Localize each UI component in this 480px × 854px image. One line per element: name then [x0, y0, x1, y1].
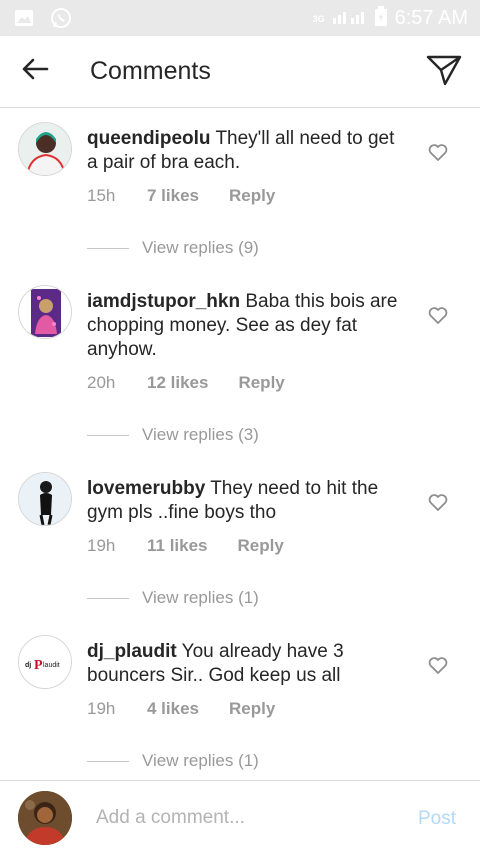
replies-divider [87, 597, 129, 599]
comment-text-block: lovemerubby They need to hit the gym pls… [87, 477, 407, 525]
share-button[interactable] [424, 54, 464, 90]
page-title: Comments [90, 57, 211, 85]
comment-username[interactable]: lovemerubby [87, 478, 205, 499]
comment-username[interactable]: dj_plaudit [87, 641, 177, 662]
post-button[interactable]: Post [418, 808, 456, 830]
view-replies-button[interactable]: View replies (3) [87, 425, 259, 445]
like-heart-icon[interactable] [428, 494, 448, 512]
comment-likes[interactable]: 12 likes [147, 373, 208, 393]
comment-input[interactable] [96, 801, 386, 835]
view-replies-label: View replies (1) [142, 588, 259, 607]
comment-likes[interactable]: 11 likes [147, 536, 208, 556]
comment-meta: 20h 12 likes Reply [87, 373, 285, 393]
like-heart-icon[interactable] [428, 144, 448, 162]
battery-icon [374, 6, 387, 31]
comment-meta: 15h 7 likes Reply [87, 186, 275, 206]
comment-composer: Post [0, 780, 480, 854]
reply-button[interactable]: Reply [229, 186, 275, 206]
svg-text:dj: dj [25, 662, 31, 669]
avatar[interactable] [18, 285, 72, 339]
paper-plane-icon [426, 54, 462, 91]
comment-time: 19h [87, 536, 116, 555]
app-header: Comments [0, 36, 480, 108]
comment-text-block: iamdjstupor_hkn Baba this bois are chopp… [87, 290, 407, 362]
signal-icon [332, 8, 367, 29]
svg-text:laudit: laudit [43, 662, 60, 669]
comment-time: 15h [87, 186, 116, 205]
avatar[interactable] [18, 122, 72, 176]
view-replies-button[interactable]: View replies (1) [87, 588, 259, 608]
view-replies-button[interactable]: View replies (9) [87, 238, 259, 258]
comment-time: 20h [87, 373, 116, 392]
comment-text-block: dj_plaudit You already have 3 bouncers S… [87, 640, 407, 688]
svg-text:P: P [34, 658, 43, 673]
whatsapp-icon [50, 7, 72, 34]
view-replies-label: View replies (9) [142, 238, 259, 257]
avatar[interactable]: dj P laudit [18, 635, 72, 689]
replies-divider [87, 760, 129, 762]
avatar[interactable] [18, 472, 72, 526]
current-user-avatar [18, 791, 72, 845]
comment-likes[interactable]: 7 likes [147, 186, 199, 206]
view-replies-button[interactable]: View replies (1) [87, 751, 259, 771]
comment-meta: 19h 11 likes Reply [87, 536, 284, 556]
replies-divider [87, 434, 129, 436]
comment-text-block: queendipeolu They'll all need to get a p… [87, 127, 407, 175]
replies-divider [87, 247, 129, 249]
comments-list[interactable]: queendipeolu They'll all need to get a p… [0, 108, 480, 780]
back-button[interactable] [18, 56, 52, 86]
comment-likes[interactable]: 4 likes [147, 699, 199, 719]
arrow-left-icon [21, 57, 49, 86]
view-replies-label: View replies (3) [142, 425, 259, 444]
status-time: 6:57 AM [394, 7, 468, 29]
like-heart-icon[interactable] [428, 307, 448, 325]
comment-username[interactable]: queendipeolu [87, 128, 211, 149]
reply-button[interactable]: Reply [238, 373, 284, 393]
reply-button[interactable]: Reply [229, 699, 275, 719]
gallery-icon [14, 9, 34, 32]
comment-time: 19h [87, 699, 116, 718]
network-type-label: 3G [312, 13, 325, 24]
comment-meta: 19h 4 likes Reply [87, 699, 275, 719]
comment-username[interactable]: iamdjstupor_hkn [87, 291, 240, 312]
reply-button[interactable]: Reply [238, 536, 284, 556]
like-heart-icon[interactable] [428, 657, 448, 675]
status-bar: 3G 6:57 AM [0, 0, 480, 36]
view-replies-label: View replies (1) [142, 751, 259, 770]
